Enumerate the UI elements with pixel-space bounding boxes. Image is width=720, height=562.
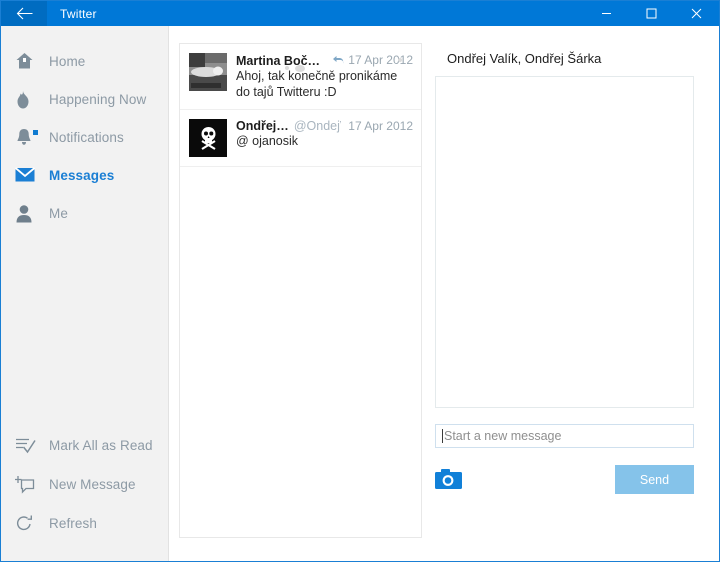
message-content: Ondřej Valík @OndejV... 17 Apr 2012 @ oj… — [236, 119, 413, 157]
message-list[interactable]: Martina Bočková... 17 Apr 2012 Ahoj, — [179, 43, 422, 538]
message-meta: 17 Apr 2012 — [341, 119, 413, 133]
message-list-pane: Martina Bočková... 17 Apr 2012 Ahoj, — [169, 26, 431, 561]
back-arrow-icon — [16, 7, 33, 20]
refresh-icon — [15, 514, 49, 533]
maximize-icon — [646, 8, 657, 19]
sidebar-item-label: Me — [49, 206, 68, 221]
back-button[interactable] — [1, 1, 47, 26]
list-item[interactable]: Martina Bočková... 17 Apr 2012 Ahoj, — [180, 44, 421, 110]
message-text: @ ojanosik — [236, 134, 413, 150]
person-icon — [15, 204, 49, 223]
loading-indicator — [281, 57, 421, 71]
flame-icon — [15, 90, 49, 109]
sidebar-item-label: Notifications — [49, 130, 124, 145]
new-message-button[interactable]: New Message — [1, 465, 168, 504]
home-icon — [15, 52, 49, 70]
sidebar-actions: Mark All as Read New Message — [1, 426, 168, 561]
sidebar-action-label: Refresh — [49, 516, 97, 531]
sidebar-item-label: Happening Now — [49, 92, 146, 107]
avatar — [189, 53, 227, 91]
title-bar: Twitter — [1, 1, 719, 26]
app-body: Home Happening Now — [1, 26, 719, 561]
sidebar-action-label: New Message — [49, 477, 136, 492]
progress-dot — [285, 66, 289, 70]
sender-handle: @OndejV... — [294, 119, 341, 133]
message-text: Ahoj, tak konečně pronikáme do tajů Twit… — [236, 69, 413, 100]
sender-name: Ondřej Valík — [236, 119, 290, 133]
sidebar-item-label: Home — [49, 54, 85, 69]
sidebar-item-label: Messages — [49, 168, 114, 183]
new-message-input[interactable]: Start a new message — [435, 424, 694, 448]
refresh-button[interactable]: Refresh — [1, 504, 168, 543]
progress-dot — [398, 58, 402, 62]
sidebar-action-label: Mark All as Read — [49, 438, 153, 453]
conversation-pane: Ondřej Valík, Ondřej Šárka Start a new m… — [431, 26, 719, 561]
bell-icon — [15, 127, 49, 147]
sidebar-item-notifications[interactable]: Notifications — [1, 118, 168, 156]
mark-all-as-read-button[interactable]: Mark All as Read — [1, 426, 168, 465]
sidebar-item-me[interactable]: Me — [1, 194, 168, 232]
conversation-body[interactable] — [435, 76, 694, 408]
sidebar-spacer — [1, 232, 168, 426]
sidebar: Home Happening Now — [1, 26, 169, 561]
minimize-icon — [601, 8, 612, 19]
notification-badge — [33, 130, 38, 135]
send-button[interactable]: Send — [615, 465, 694, 494]
message-date: 17 Apr 2012 — [348, 119, 413, 133]
camera-icon[interactable] — [435, 468, 464, 491]
text-caret — [442, 429, 443, 443]
close-icon — [691, 8, 702, 19]
compose-toolbar: Send — [435, 465, 694, 494]
sidebar-item-happening-now[interactable]: Happening Now — [1, 80, 168, 118]
sidebar-item-home[interactable]: Home — [1, 42, 168, 80]
window-title: Twitter — [47, 7, 97, 21]
message-header: Ondřej Valík @OndejV... 17 Apr 2012 — [236, 119, 413, 133]
new-message-icon — [15, 475, 49, 494]
progress-dot — [295, 65, 305, 72]
sidebar-nav: Home Happening Now — [1, 42, 168, 232]
new-message-placeholder: Start a new message — [444, 429, 561, 443]
conversation-recipients: Ondřej Valík, Ondřej Šárka — [435, 43, 694, 73]
sidebar-item-messages[interactable]: Messages — [1, 156, 168, 194]
envelope-icon — [15, 167, 49, 183]
close-button[interactable] — [674, 1, 719, 26]
list-item[interactable]: Ondřej Valík @OndejV... 17 Apr 2012 @ oj… — [180, 110, 421, 167]
check-list-icon — [15, 437, 49, 454]
twitter-app-window: Twitter — [0, 0, 720, 562]
avatar — [189, 119, 227, 157]
maximize-button[interactable] — [629, 1, 674, 26]
minimize-button[interactable] — [584, 1, 629, 26]
